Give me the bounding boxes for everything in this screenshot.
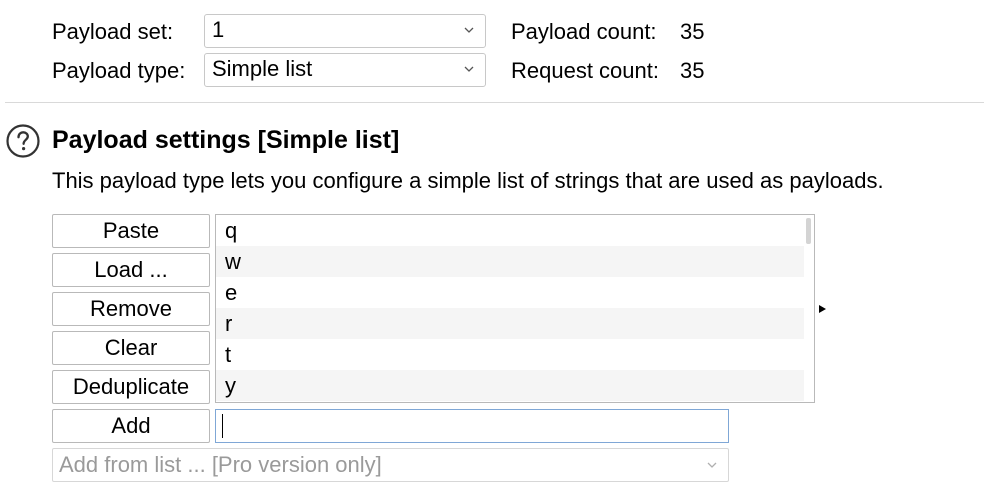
payload-type-select[interactable]: Simple list — [204, 53, 486, 87]
list-item[interactable]: t — [216, 339, 804, 370]
payload-set-value: 1 — [212, 17, 225, 42]
chevron-down-icon — [707, 462, 717, 468]
chevron-down-icon — [464, 66, 474, 72]
help-circle-icon[interactable] — [6, 124, 40, 158]
section-description: This payload type lets you configure a s… — [52, 168, 884, 193]
remove-button[interactable]: Remove — [52, 292, 210, 326]
payload-type-value: Simple list — [212, 56, 313, 81]
paste-button[interactable]: Paste — [52, 214, 210, 248]
clear-button[interactable]: Clear — [52, 331, 210, 365]
text-caret — [222, 414, 223, 438]
list-item[interactable]: e — [216, 277, 804, 308]
add-button[interactable]: Add — [52, 409, 210, 443]
add-from-list-select: Add from list ... [Pro version only] — [52, 448, 729, 482]
payload-type-label: Payload type: — [52, 58, 186, 83]
add-from-list-label: Add from list ... [Pro version only] — [59, 452, 382, 477]
payload-set-label: Payload set: — [52, 19, 174, 44]
add-item-input[interactable] — [215, 409, 729, 443]
list-item[interactable]: q — [216, 215, 804, 246]
list-item[interactable]: w — [216, 246, 804, 277]
payloads-panel: Payload set: 1 Payload count: 35 Payload… — [0, 0, 984, 497]
request-count-value: 35 — [680, 58, 705, 83]
list-scrollbar-thumb[interactable] — [806, 218, 811, 244]
payload-count-label: Payload count: — [511, 19, 657, 44]
payload-set-select[interactable]: 1 — [204, 14, 486, 48]
chevron-down-icon — [464, 27, 474, 33]
request-count-label: Request count: — [511, 58, 659, 83]
payload-list[interactable]: q w e r t y — [215, 214, 815, 403]
section-title: Payload settings [Simple list] — [52, 126, 400, 154]
load-button[interactable]: Load ... — [52, 253, 210, 287]
section-divider — [5, 102, 984, 103]
deduplicate-button[interactable]: Deduplicate — [52, 370, 210, 404]
list-item[interactable]: y — [216, 370, 804, 401]
list-item[interactable]: r — [216, 308, 804, 339]
triangle-right-icon[interactable] — [818, 304, 827, 314]
payload-count-value: 35 — [680, 19, 705, 44]
